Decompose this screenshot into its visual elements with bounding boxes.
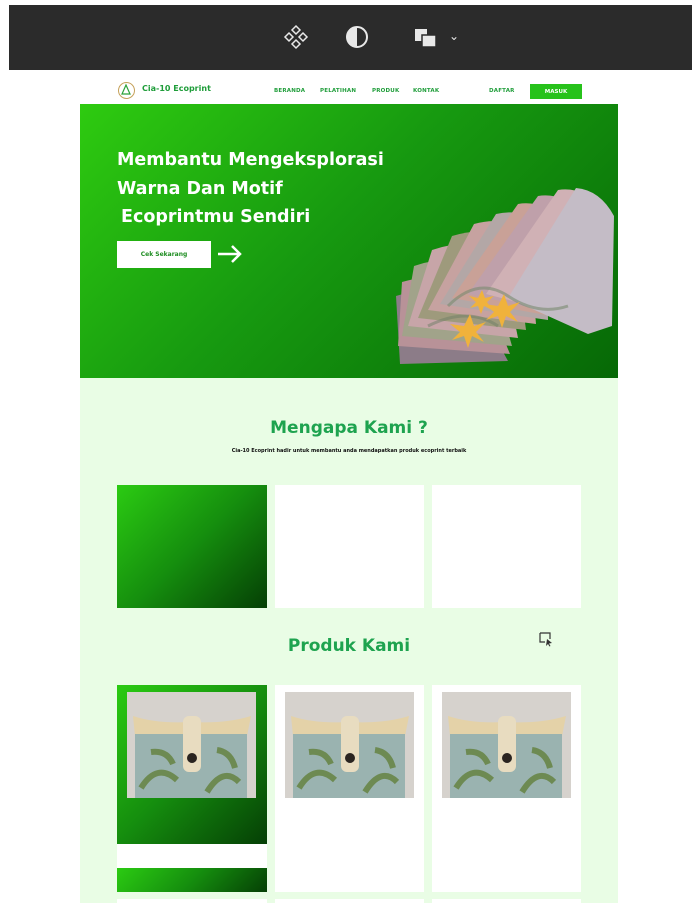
- layers-icon[interactable]: [406, 19, 446, 55]
- arrow-right-icon[interactable]: [216, 243, 244, 265]
- daftar-link[interactable]: DAFTAR: [489, 88, 515, 94]
- ecoprint-fabric-image: [396, 188, 614, 364]
- why-us-title: Mengapa Kami ?: [270, 418, 428, 438]
- why-card-3[interactable]: [432, 485, 581, 608]
- product-image-1[interactable]: [127, 692, 256, 798]
- components-icon[interactable]: [281, 19, 311, 55]
- chevron-down-icon[interactable]: ⌄: [449, 29, 459, 43]
- product-image-3[interactable]: [442, 692, 571, 798]
- hero-heading-line-2: Warna Dan Motif: [117, 179, 283, 199]
- product-card-1-footer: [117, 868, 267, 892]
- editor-toolbar: ⌄: [9, 5, 692, 70]
- hero-banner: Membantu Mengeksplorasi Warna Dan Motif …: [80, 104, 618, 378]
- next-row-card-3: [432, 899, 581, 903]
- design-canvas: Cia-10 Ecoprint BERANDA PELATIHAN PRODUK…: [80, 76, 618, 903]
- nav-link-kontak[interactable]: KONTAK: [413, 88, 439, 94]
- hero-heading-line-1: Membantu Mengeksplorasi: [117, 150, 384, 170]
- nav-link-beranda[interactable]: BERANDA: [274, 88, 305, 94]
- navbar: Cia-10 Ecoprint BERANDA PELATIHAN PRODUK…: [80, 76, 618, 104]
- why-card-2[interactable]: [275, 485, 424, 608]
- brand-name[interactable]: Cia-10 Ecoprint: [142, 84, 211, 93]
- why-us-subtitle: Cia-10 Ecoprint hadir untuk membantu and…: [231, 448, 467, 454]
- product-image-2[interactable]: [285, 692, 414, 798]
- contrast-icon[interactable]: [342, 19, 372, 55]
- masuk-button[interactable]: MASUK: [530, 84, 582, 99]
- product-card-1-caption: [117, 844, 267, 868]
- frame-select-icon[interactable]: [538, 631, 554, 647]
- logo-icon[interactable]: [118, 82, 135, 99]
- cek-sekarang-button[interactable]: Cek Sekarang: [117, 241, 211, 268]
- next-row-card-1: [117, 899, 267, 903]
- nav-link-pelatihan[interactable]: PELATIHAN: [320, 88, 356, 94]
- nav-link-produk[interactable]: PRODUK: [372, 88, 399, 94]
- why-card-1[interactable]: [117, 485, 267, 608]
- next-row-card-2: [275, 899, 424, 903]
- hero-heading-line-3: Ecoprintmu Sendiri: [121, 207, 311, 227]
